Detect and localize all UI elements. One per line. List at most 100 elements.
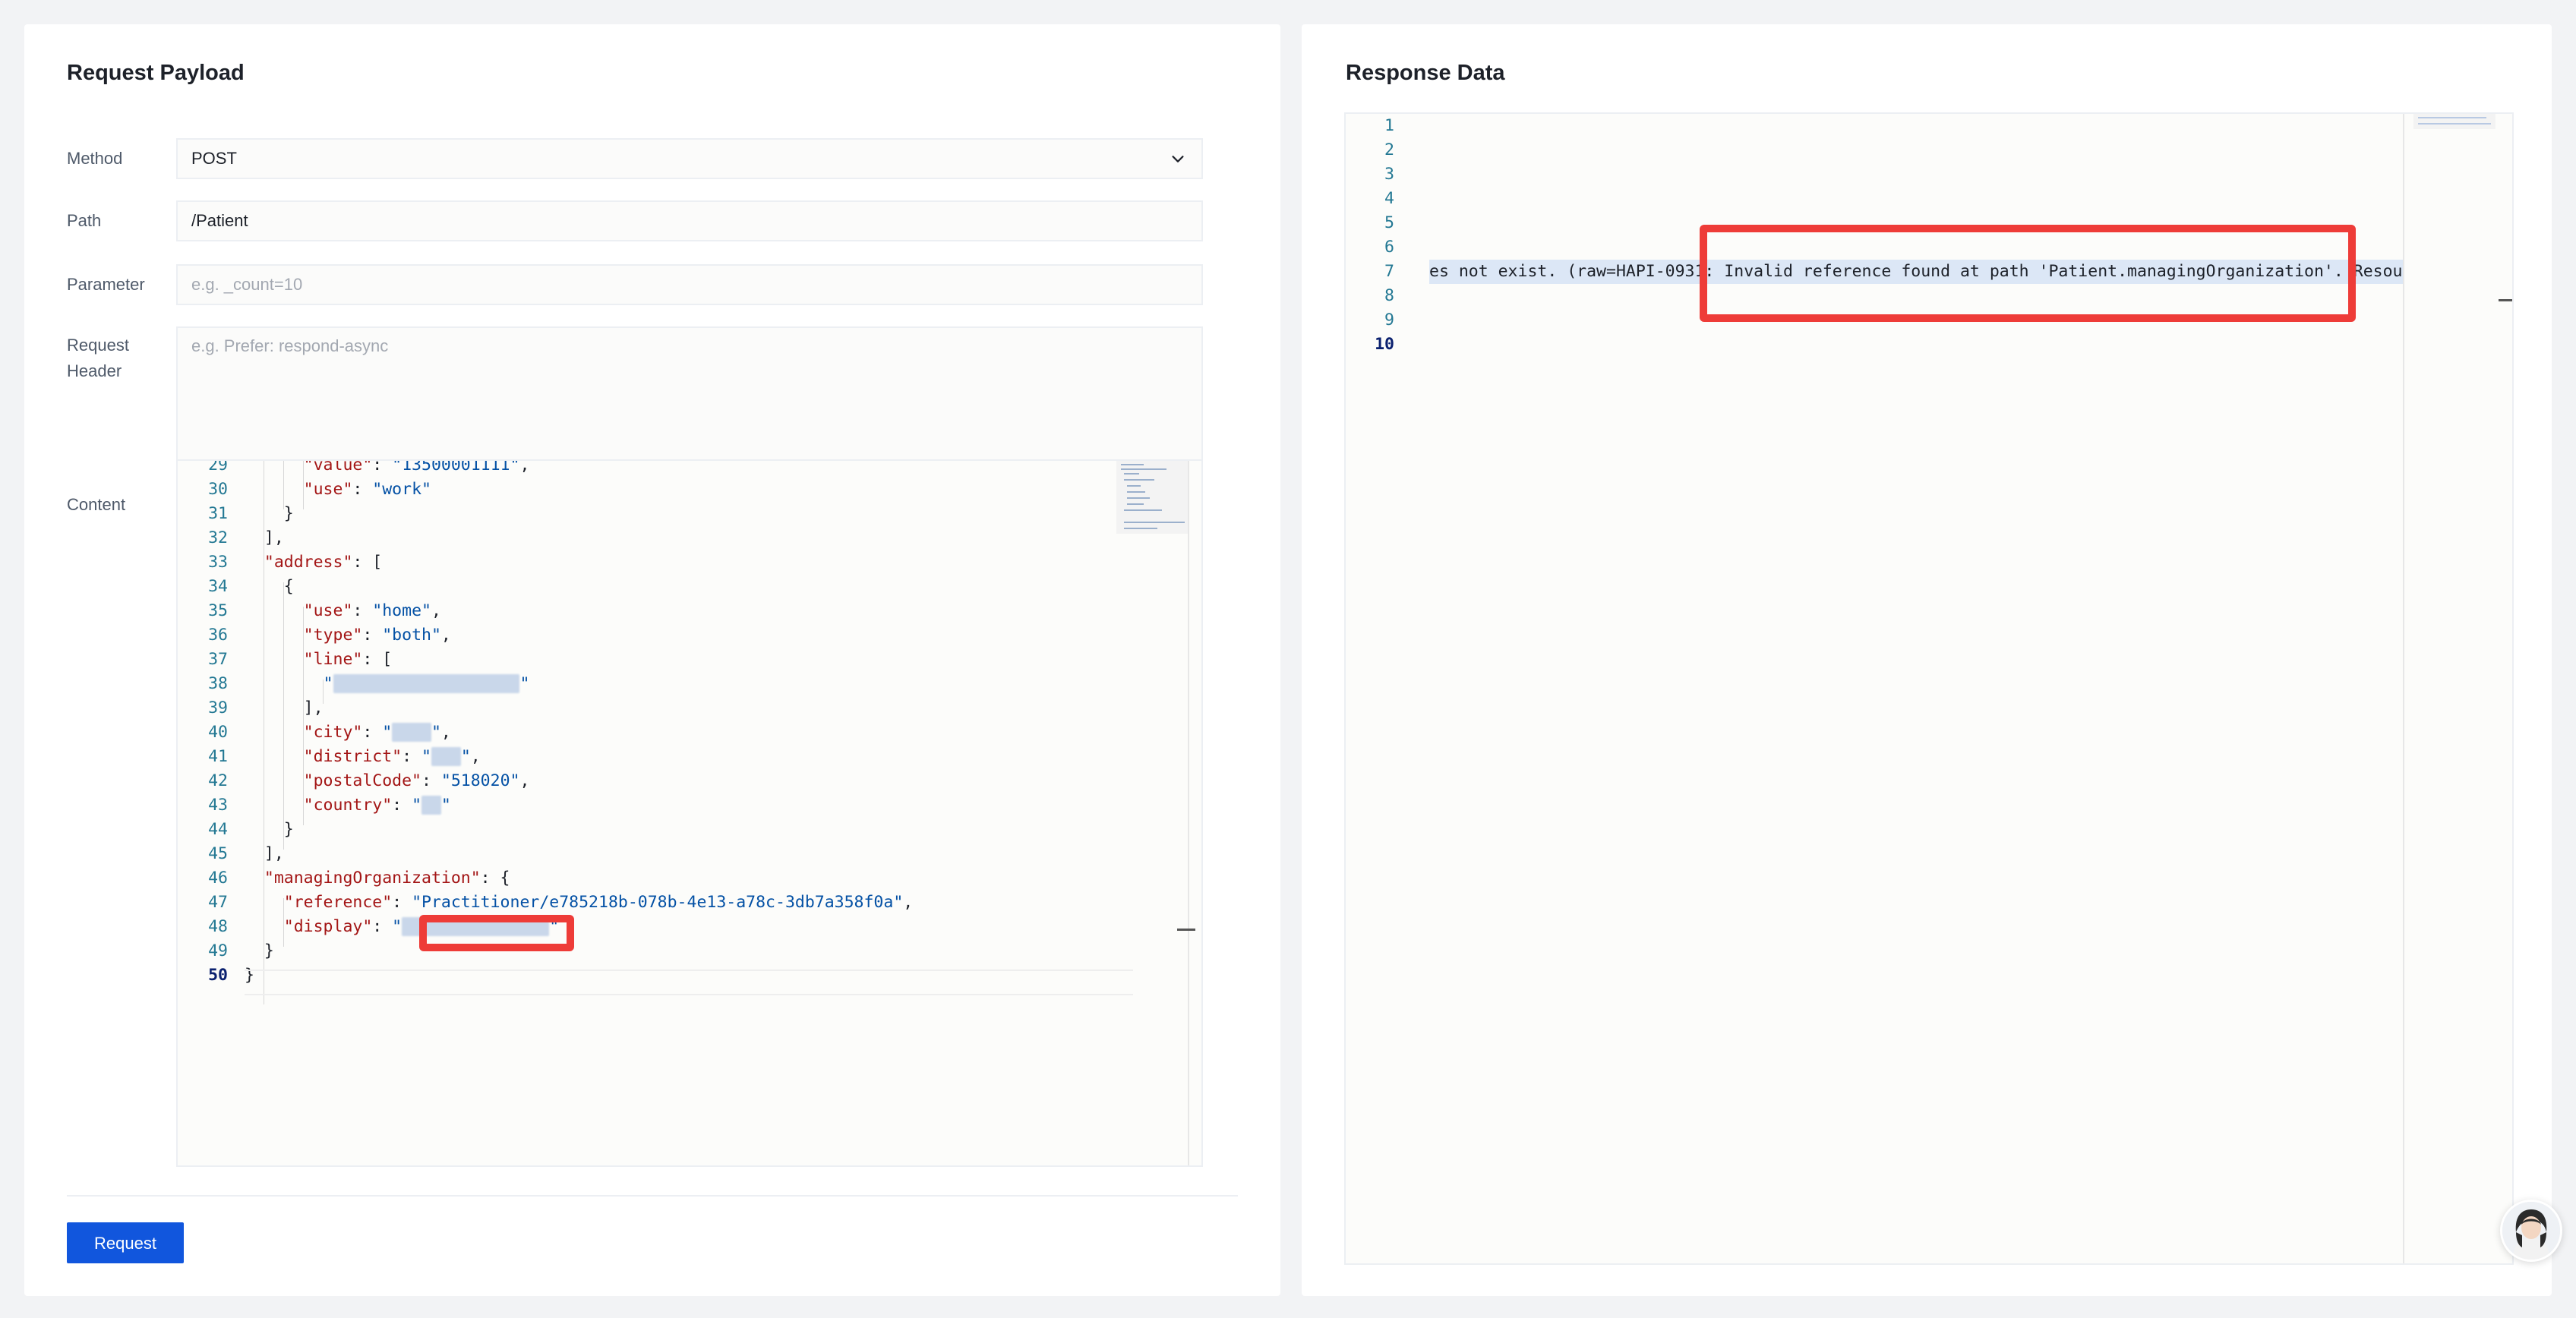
line-number: 40 [208,723,228,742]
line-number: 47 [208,893,228,912]
request-header-label-line2: Header [67,361,122,380]
code-token: " [440,796,451,815]
method-value: POST [191,149,237,168]
code-token: { [245,577,294,596]
content-label: Content [67,495,126,514]
code-token: : [402,747,422,766]
code-token: } [245,504,294,523]
code-token: , [440,626,451,645]
path-input[interactable]: /Patient [176,200,1203,241]
annotation-highlight-error [1700,225,2356,322]
response-minimap[interactable] [2413,114,2496,129]
line-text: "use": "home", [245,599,441,623]
code-token: : [ [352,553,383,572]
code-token: : [372,917,393,936]
code-token: "518020" [440,771,520,790]
request-button[interactable]: Request [67,1222,184,1263]
scrollbar-position-marker [1177,929,1195,931]
line-number: 50 [208,966,228,985]
response-code-editor[interactable]: 1 2 3 4 5 6 7 8 9 10 es not exist. (raw=HAPI-0931… [1344,112,2514,1265]
code-token: "reference" [283,893,393,912]
redacted-text [431,747,461,766]
code-token: " [382,723,393,742]
line-number: 32 [208,528,228,547]
line-number: 46 [208,869,228,888]
code-token: " [519,674,530,693]
chevron-down-icon [1172,156,1184,162]
response-data-panel: Response Data 1 2 3 4 5 6 7 8 9 10 es not exist. … [1302,24,2552,1296]
current-line-marker [245,994,1133,995]
request-header-placeholder: e.g. Prefer: respond-async [191,336,389,355]
code-token: } [245,941,274,960]
code-token: " [412,796,422,815]
parameter-placeholder: e.g. _count=10 [191,275,303,294]
line-number: 44 [208,820,228,839]
line-text: { [245,575,294,599]
response-line-number: 10 [1375,335,1394,354]
line-text: "reference": "Practitioner/e785218b-078b… [245,891,913,915]
line-number: 33 [208,553,228,572]
code-token: "13500001111" [392,459,520,475]
code-token: } [245,966,254,985]
code-token: : [362,723,383,742]
indent-guide [283,461,284,509]
line-number: 30 [208,480,228,499]
code-token: "city" [303,723,363,742]
redacted-text [392,723,431,742]
code-token: : [ [362,650,393,669]
response-vertical-scrollbar[interactable] [2403,114,2404,1263]
code-token: "address" [264,553,353,572]
code-token: : [362,626,383,645]
method-select[interactable]: POST [176,138,1203,179]
response-line-number: 7 [1384,262,1394,281]
response-line-number: 8 [1384,286,1394,305]
vertical-scrollbar[interactable] [1188,461,1189,1165]
code-token: "use" [303,601,353,620]
parameter-label: Parameter [67,275,145,294]
response-line-number: 2 [1384,140,1394,159]
request-header-textarea[interactable]: e.g. Prefer: respond-async [176,326,1203,463]
line-number: 36 [208,626,228,645]
line-text: } [245,963,254,988]
code-token: , [519,771,530,790]
line-text: } [245,502,294,526]
indent-guide [303,607,304,825]
line-text: " " [245,672,529,696]
code-token: : [352,480,373,499]
response-line-number: 5 [1384,213,1394,232]
parameter-input[interactable]: e.g. _count=10 [176,264,1203,305]
minimap[interactable] [1116,461,1188,534]
line-text: "address": [ [245,550,382,575]
response-line-number: 1 [1384,116,1394,135]
line-text: "country": " " [245,793,451,818]
indent-guide [283,582,284,850]
line-text: "managingOrganization": { [245,866,510,891]
method-label: Method [67,149,123,168]
response-line-number: 9 [1384,311,1394,330]
content-code-editor[interactable]: 29 "value": "13500001111", 30 "use": "wor… [176,459,1203,1167]
path-value: /Patient [191,211,248,230]
code-token: "line" [303,650,363,669]
request-panel-title: Request Payload [67,61,245,85]
line-number: 29 [208,459,228,475]
redacted-text [421,796,441,815]
code-token: " [431,723,441,742]
form-divider [67,1195,1238,1197]
code-token: "value" [303,459,373,475]
assistant-avatar[interactable] [2500,1200,2562,1262]
code-token: : [392,796,412,815]
code-token: "display" [283,917,373,936]
code-token: "work" [372,480,431,499]
indent-guide [323,679,324,704]
code-token: "country" [303,796,393,815]
request-header-label-line1: Request [67,336,129,355]
code-token: , [440,723,451,742]
code-token: " [421,747,431,766]
